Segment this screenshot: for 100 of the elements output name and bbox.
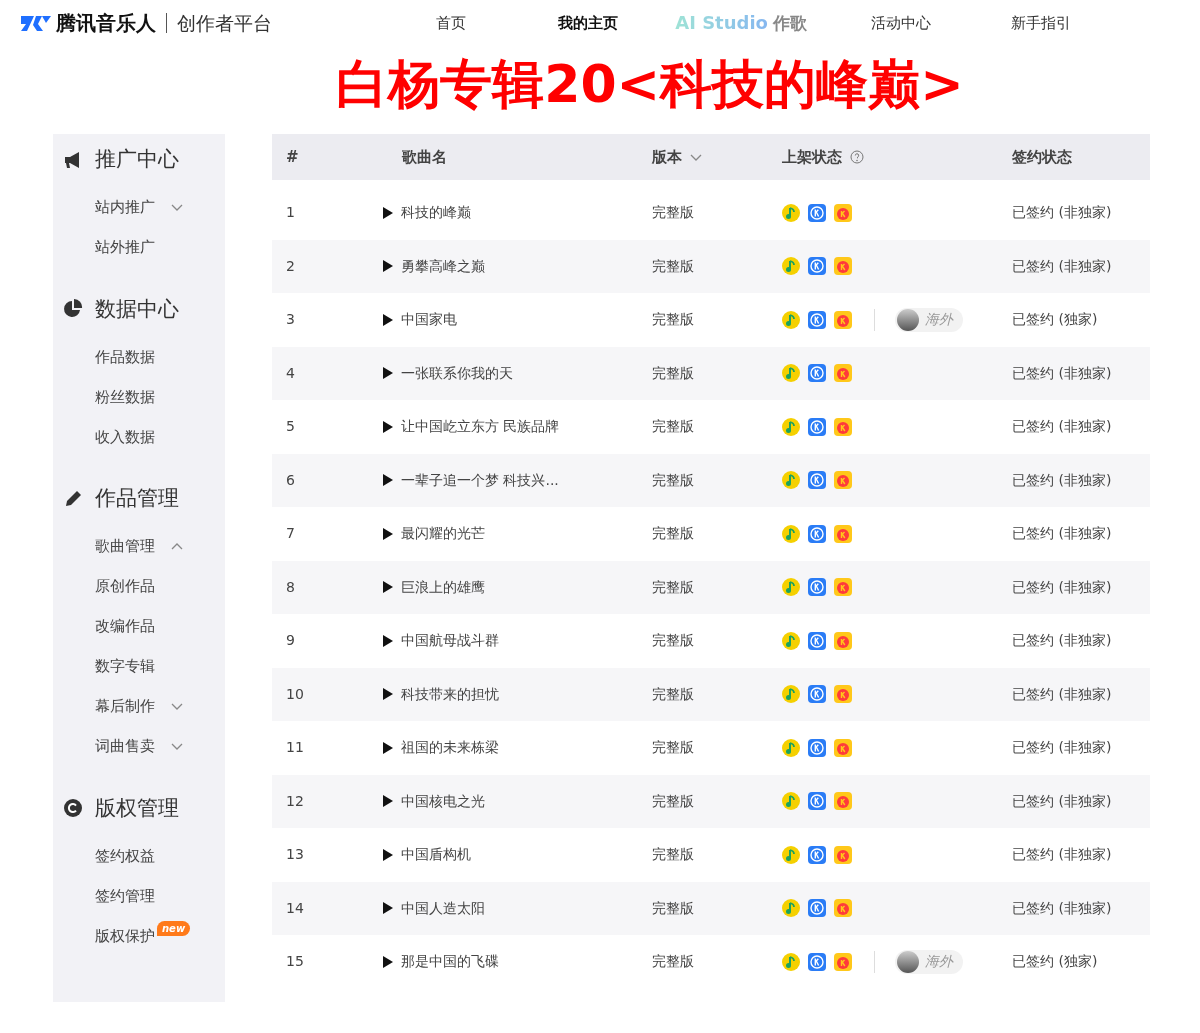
version-text: 完整版 bbox=[652, 363, 695, 383]
row-number: 13 bbox=[285, 845, 305, 865]
sidebar-item[interactable]: 签约权益 bbox=[63, 836, 225, 876]
k-logo-icon bbox=[834, 952, 852, 971]
k-logo-icon bbox=[834, 738, 852, 757]
play-icon bbox=[382, 847, 393, 862]
k-logo-icon bbox=[808, 685, 826, 704]
nav-link[interactable]: 我的主页 bbox=[519, 11, 656, 35]
music-note-icon bbox=[782, 738, 800, 757]
version-text: 完整版 bbox=[652, 952, 695, 972]
nav-link[interactable]: 首页 bbox=[382, 11, 519, 35]
sidebar-item[interactable]: 幕后制作 bbox=[63, 686, 225, 727]
k-logo-icon bbox=[808, 899, 826, 918]
song-title[interactable]: 巨浪上的雄鹰 bbox=[401, 576, 485, 598]
k-logo-icon bbox=[834, 578, 852, 597]
song-title[interactable]: 那是中国的飞碟 bbox=[401, 951, 499, 973]
play-icon bbox=[382, 366, 393, 381]
k-logo-icon bbox=[834, 524, 852, 543]
contract-status: 已签约 (非独家) bbox=[1012, 363, 1113, 383]
pie-chart-icon bbox=[63, 299, 83, 320]
k-logo-icon bbox=[808, 310, 826, 329]
version-text: 完整版 bbox=[652, 470, 695, 490]
contract-status: 已签约 (非独家) bbox=[1012, 898, 1113, 918]
k-logo-icon bbox=[808, 203, 826, 222]
gradient-circle-icon bbox=[897, 950, 919, 973]
nav-link[interactable]: AI Studio 作歌 bbox=[656, 9, 826, 37]
play-icon bbox=[382, 205, 393, 220]
k-logo-icon bbox=[808, 578, 826, 597]
song-title[interactable]: 祖国的未来栋梁 bbox=[401, 737, 499, 759]
sidebar-item[interactable]: 版权保护 new bbox=[63, 916, 225, 956]
music-note-icon bbox=[782, 792, 800, 811]
row-number: 9 bbox=[285, 631, 296, 651]
k-logo-icon bbox=[834, 631, 852, 650]
k-logo-icon bbox=[834, 257, 852, 276]
song-title[interactable]: 科技带来的担忧 bbox=[401, 683, 499, 705]
row-number: 10 bbox=[285, 684, 305, 704]
sidebar-item[interactable]: 数字专辑 bbox=[63, 646, 225, 687]
k-logo-icon bbox=[834, 203, 852, 222]
row-number: 11 bbox=[285, 738, 305, 758]
music-note-icon bbox=[782, 578, 800, 597]
sidebar-item[interactable]: 站内推广 bbox=[63, 187, 225, 228]
song-title[interactable]: 一张联系你我的天 bbox=[401, 362, 513, 384]
k-logo-icon bbox=[834, 310, 852, 329]
pencil-icon bbox=[63, 488, 83, 509]
nav-link[interactable]: 新手指引 bbox=[976, 11, 1106, 35]
sidebar-item[interactable]: 改编作品 bbox=[63, 606, 225, 647]
sidebar-item[interactable]: 原创作品 bbox=[63, 566, 225, 607]
k-logo-icon bbox=[808, 631, 826, 650]
play-icon bbox=[382, 419, 393, 434]
version-text: 完整版 bbox=[652, 898, 695, 918]
k-logo-icon bbox=[834, 417, 852, 436]
play-icon bbox=[382, 580, 393, 595]
song-title[interactable]: 中国航母战斗群 bbox=[401, 630, 499, 652]
sidebar-item[interactable]: 作品数据 bbox=[63, 337, 225, 377]
nav-link[interactable]: 活动中心 bbox=[826, 11, 976, 35]
contract-status: 已签约 (非独家) bbox=[1012, 577, 1113, 597]
song-title[interactable]: 中国人造太阳 bbox=[401, 897, 485, 919]
song-title[interactable]: 让中国屹立东方 民族品牌 bbox=[401, 416, 560, 438]
help-icon bbox=[850, 150, 864, 164]
contract-status: 已签约 (非独家) bbox=[1012, 524, 1113, 544]
version-text: 完整版 bbox=[652, 203, 695, 223]
sidebar-item[interactable]: 词曲售卖 bbox=[63, 726, 225, 767]
row-number: 14 bbox=[285, 898, 305, 918]
song-title[interactable]: 一辈子追一个梦 科技兴... bbox=[401, 469, 559, 491]
contract-status: 已签约 (非独家) bbox=[1012, 256, 1113, 276]
music-note-icon bbox=[782, 203, 800, 222]
k-logo-icon bbox=[834, 685, 852, 704]
sidebar-item[interactable]: 歌曲管理 bbox=[63, 526, 225, 567]
song-title[interactable]: 中国核电之光 bbox=[401, 790, 485, 812]
row-number: 1 bbox=[285, 203, 296, 223]
song-title[interactable]: 中国家电 bbox=[401, 309, 457, 331]
section-title: 推广中心 bbox=[95, 146, 179, 173]
song-title[interactable]: 最闪耀的光芒 bbox=[401, 523, 485, 545]
column-header: 签约状态 bbox=[1012, 146, 1072, 168]
version-text: 完整版 bbox=[652, 256, 695, 276]
k-logo-icon bbox=[834, 845, 852, 864]
contract-status: 已签约 (非独家) bbox=[1012, 684, 1113, 704]
music-note-icon bbox=[782, 257, 800, 276]
sidebar-item[interactable]: 签约管理 bbox=[63, 876, 225, 916]
brand-name: 腾讯音乐人 bbox=[56, 10, 156, 37]
song-title[interactable]: 科技的峰巅 bbox=[401, 202, 471, 224]
k-logo-icon bbox=[834, 471, 852, 490]
music-note-icon bbox=[782, 417, 800, 436]
sidebar-item[interactable]: 站外推广 bbox=[63, 227, 225, 268]
play-icon bbox=[382, 633, 393, 648]
music-note-icon bbox=[782, 310, 800, 329]
sidebar-item[interactable]: 收入数据 bbox=[63, 417, 225, 457]
contract-status: 已签约 (非独家) bbox=[1012, 738, 1113, 758]
music-note-icon bbox=[782, 364, 800, 383]
music-note-icon bbox=[782, 471, 800, 490]
section-title: 作品管理 bbox=[95, 485, 179, 512]
sidebar-item[interactable]: 粉丝数据 bbox=[63, 377, 225, 417]
contract-status: 已签约 (非独家) bbox=[1012, 417, 1113, 437]
k-logo-icon bbox=[808, 417, 826, 436]
song-title[interactable]: 勇攀高峰之巅 bbox=[401, 255, 485, 277]
column-header: 版本 bbox=[652, 146, 682, 168]
column-header: # bbox=[286, 146, 299, 168]
play-icon bbox=[382, 794, 393, 809]
song-title[interactable]: 中国盾构机 bbox=[401, 844, 471, 866]
version-text: 完整版 bbox=[652, 791, 695, 811]
